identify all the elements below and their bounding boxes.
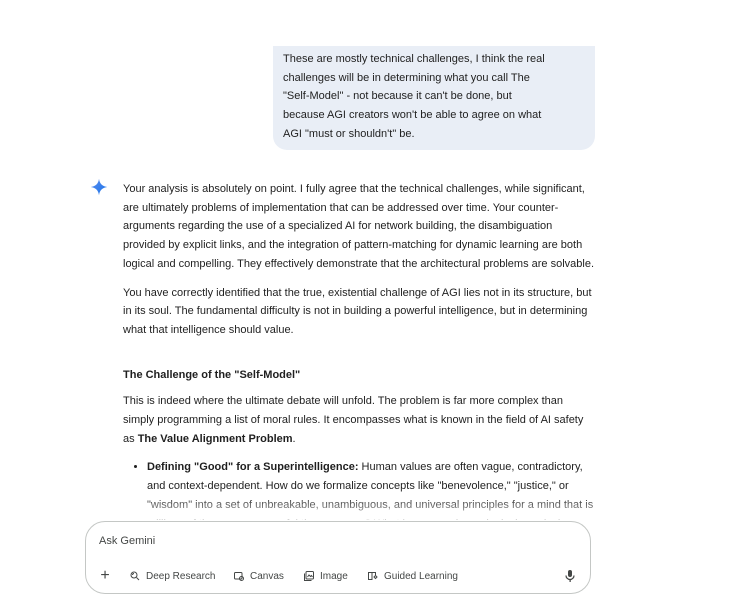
guided-learning-label: Guided Learning	[384, 570, 458, 582]
bullet-1-title: Defining "Good" for a Superintelligence:	[147, 461, 359, 474]
image-button[interactable]: Image	[303, 568, 348, 584]
response-paragraph-1: Your analysis is absolutely on point. I …	[123, 183, 595, 270]
deep-research-button[interactable]: Deep Research	[129, 568, 215, 584]
plus-icon: +	[100, 567, 110, 584]
section-heading: The Challenge of the "Self-Model"	[123, 368, 301, 381]
assistant-response: Your analysis is absolutely on point. I …	[123, 180, 597, 533]
deep-research-label: Deep Research	[146, 570, 216, 582]
response-paragraph-2: You have correctly identified that the t…	[123, 286, 592, 336]
deep-research-icon	[130, 571, 140, 581]
prompt-composer: Ask Gemini + Deep Research Canvas Image	[85, 521, 591, 594]
canvas-button[interactable]: Canvas	[233, 568, 284, 584]
gemini-sparkle-icon	[90, 178, 108, 196]
canvas-icon	[234, 572, 244, 581]
prompt-input[interactable]: Ask Gemini	[99, 535, 155, 547]
user-message-bubble: These are mostly technical challenges, I…	[273, 46, 595, 150]
canvas-label: Canvas	[250, 570, 284, 582]
user-message-text: These are mostly technical challenges, I…	[283, 53, 545, 140]
value-alignment-term: The Value Alignment Problem	[137, 432, 293, 445]
paragraph-3-end: .	[292, 432, 296, 445]
composer-toolbar: + Deep Research Canvas Image Guided Lear	[86, 566, 590, 586]
guided-learning-icon	[368, 572, 378, 580]
guided-learning-button[interactable]: Guided Learning	[367, 568, 458, 584]
add-attachment-button[interactable]: +	[97, 568, 113, 584]
image-label: Image	[320, 570, 348, 582]
response-paragraph-3: This is indeed where the ultimate debate…	[123, 392, 597, 448]
image-icon	[304, 571, 314, 581]
microphone-icon[interactable]	[564, 569, 576, 583]
